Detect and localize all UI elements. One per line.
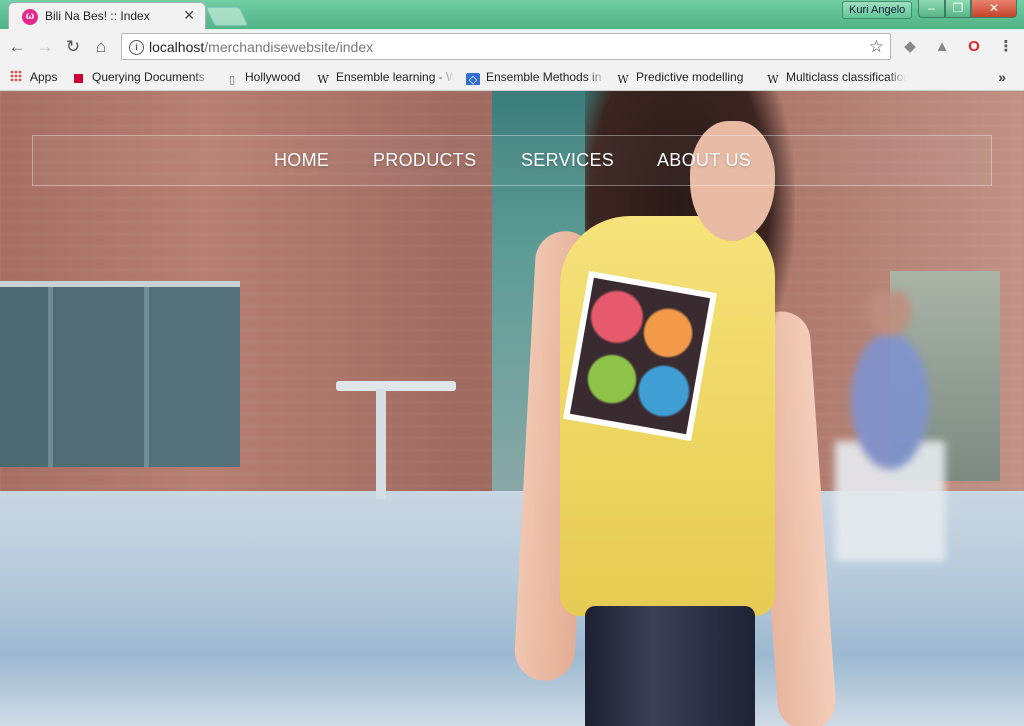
apps-grid-icon — [10, 70, 22, 82]
forward-arrow-icon[interactable]: → — [35, 37, 55, 57]
extension-drive-icon[interactable]: ▲ — [933, 38, 951, 56]
nav-link-products[interactable]: PRODUCTS — [373, 150, 476, 171]
profile-name-badge[interactable]: Kuri Angelo — [842, 1, 913, 19]
address-bar[interactable]: i localhost/merchandisewebsite/index ☆ — [121, 33, 891, 60]
url-path: /merchandisewebsite/index — [204, 39, 374, 55]
bookmark-multiclass-classification[interactable]: W Multiclass classification — [766, 69, 906, 85]
bookmark-querying-documents[interactable]: Querying Documents — [74, 69, 212, 85]
bookmark-apps[interactable]: Apps — [10, 69, 65, 85]
window-titlebar: ω Bili Na Bes! :: Index ✕ Kuri Angelo – … — [0, 0, 1024, 29]
macaron-print — [569, 277, 711, 435]
site-info-icon[interactable]: i — [129, 40, 144, 55]
ensemble-site-icon: ◇ — [466, 73, 480, 85]
back-arrow-icon[interactable]: ← — [7, 37, 27, 57]
tab-close-icon[interactable]: ✕ — [183, 7, 195, 23]
more-bookmarks-icon[interactable]: » — [998, 69, 1006, 85]
reload-icon[interactable]: ↻ — [63, 37, 83, 57]
address-url[interactable]: localhost/merchandisewebsite/index — [149, 39, 373, 55]
bookmarks-bar: Apps Querying Documents ▯ Hollywood W Ense… — [0, 64, 1024, 91]
hero-background: HOME PRODUCTS SERVICES ABOUT US — [0, 91, 1024, 726]
bookmark-ensemble-methods[interactable]: ◇ Ensemble Methods in — [466, 69, 606, 85]
browser-toolbar: ← → ↻ ⌂ i localhost/merchandisewebsite/i… — [0, 29, 1024, 64]
blurred-pedestrian — [835, 291, 945, 561]
browser-tab-active[interactable]: ω Bili Na Bes! :: Index ✕ — [8, 2, 206, 29]
wikipedia-icon: W — [317, 73, 329, 85]
bookmark-ensemble-learning[interactable]: W Ensemble learning - W — [316, 69, 454, 85]
home-icon[interactable]: ⌂ — [91, 37, 111, 57]
site-favicon-icon: ω — [22, 9, 38, 25]
nav-link-services[interactable]: SERVICES — [521, 150, 614, 171]
bookmark-favicon-icon — [74, 74, 83, 83]
browser-menu-icon[interactable]: ⋮ — [997, 38, 1015, 56]
bookmark-predictive-modelling[interactable]: W Predictive modelling — [616, 69, 754, 85]
tab-title: Bili Na Bes! :: Index — [45, 9, 150, 23]
railing-post — [376, 389, 386, 499]
bookmark-label: Hollywood — [245, 70, 301, 84]
nav-link-about-us[interactable]: ABOUT US — [657, 150, 751, 171]
new-tab-button[interactable] — [205, 7, 249, 26]
url-host: localhost — [149, 39, 205, 55]
nav-link-home[interactable]: HOME — [274, 150, 329, 171]
bookmark-star-icon[interactable]: ☆ — [869, 37, 884, 57]
close-window-button[interactable]: ✕ — [971, 0, 1017, 18]
model-legs — [585, 606, 755, 726]
bookmark-label: Predictive modelling — [636, 70, 744, 84]
metal-railing — [336, 381, 456, 391]
bookmark-label: Ensemble Methods in — [486, 70, 602, 84]
hero-model-photo — [513, 91, 845, 726]
bookmark-label: Apps — [30, 70, 58, 84]
bookmark-label: Querying Documents — [92, 70, 205, 84]
shirt-graphic-print — [562, 270, 718, 442]
storefront-window — [0, 281, 240, 467]
bookmark-hollywood[interactable]: ▯ Hollywood — [225, 69, 309, 85]
minimize-button[interactable]: – — [918, 0, 945, 18]
maximize-button[interactable]: ❐ — [945, 0, 971, 18]
wikipedia-icon: W — [767, 73, 779, 85]
opera-icon[interactable]: O — [965, 38, 983, 56]
document-icon: ▯ — [228, 74, 236, 85]
wikipedia-icon: W — [617, 73, 629, 85]
site-navigation: HOME PRODUCTS SERVICES ABOUT US — [32, 135, 992, 186]
extension-gem-icon[interactable]: ◆ — [901, 38, 919, 56]
